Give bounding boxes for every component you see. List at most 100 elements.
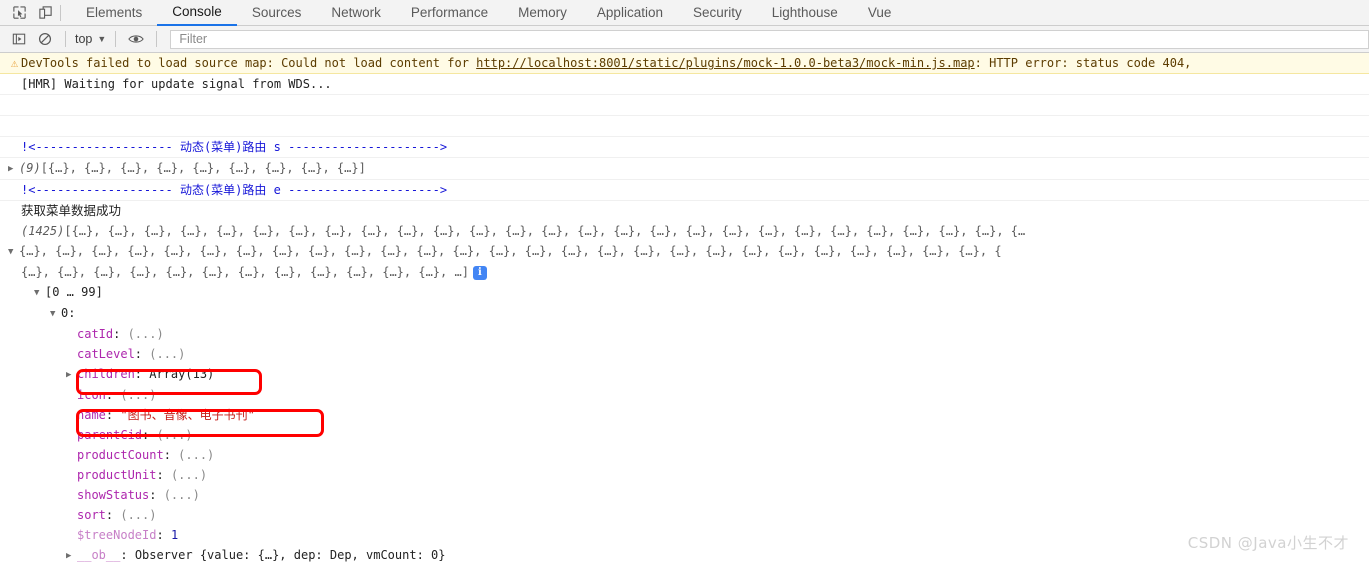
tree-prop-children[interactable]: ▶ children: Array(13): [0, 364, 1369, 385]
prop-sep: :: [156, 528, 171, 542]
live-expression-icon[interactable]: [123, 28, 149, 50]
index-collapse-arrow-icon[interactable]: ▼: [50, 304, 61, 324]
prop-value-productCount[interactable]: (...): [178, 448, 214, 462]
prop-value-parentCid[interactable]: (...): [156, 428, 192, 442]
prop-value-catLevel[interactable]: (...): [149, 347, 185, 361]
tree-prop-name[interactable]: name: "图书、音像、电子书刊": [0, 405, 1369, 425]
separator-end-suffix: >: [439, 183, 448, 197]
clear-console-icon[interactable]: [32, 28, 58, 50]
tab-network[interactable]: Network: [316, 0, 396, 26]
prop-key-showStatus: showStatus: [77, 488, 150, 502]
devtools-window: Elements Console Sources Network Perform…: [0, 0, 1369, 565]
prop-key-children: children: [77, 367, 135, 381]
prop-key-parentCid: parentCid: [77, 428, 143, 442]
tab-application[interactable]: Application: [582, 0, 678, 26]
prop-key-name: name: [77, 408, 106, 422]
separator-start-suffix: >: [439, 140, 448, 154]
tab-sources-label: Sources: [251, 5, 302, 20]
separator-start-prefix: !<: [21, 140, 36, 154]
console-hmr-row[interactable]: [HMR] Waiting for update signal from WDS…: [0, 74, 1369, 95]
prop-key-catLevel: catLevel: [77, 347, 135, 361]
prop-value-sort[interactable]: (...): [120, 508, 156, 522]
prop-value-catId[interactable]: (...): [128, 327, 164, 341]
prop-value-productUnit[interactable]: (...): [171, 468, 207, 482]
tab-memory-label: Memory: [518, 5, 567, 20]
console-output[interactable]: ⚠ DevTools failed to load source map: Cou…: [0, 53, 1369, 564]
tab-performance-label: Performance: [410, 5, 489, 20]
tab-elements-label: Elements: [86, 5, 143, 20]
tree-prop-productCount[interactable]: productCount: (...): [0, 445, 1369, 465]
prop-value-treeNodeId: 1: [170, 528, 179, 542]
tab-elements[interactable]: Elements: [71, 0, 157, 26]
tab-security[interactable]: Security: [678, 0, 757, 26]
warning-text-before: DevTools failed to load source map: Coul…: [21, 56, 477, 70]
console-array1425-line3[interactable]: {…}, {…}, {…}, {…}, {…}, {…}, {…}, {…}, …: [0, 262, 1369, 282]
console-separator-end-row[interactable]: !<------------------- 动态(菜单)路由 e -------…: [0, 180, 1369, 201]
console-separator-start-row[interactable]: !<------------------- 动态(菜单)路由 s -------…: [0, 137, 1369, 158]
prop-sep: :: [156, 468, 171, 482]
range-collapse-arrow-icon[interactable]: ▼: [34, 283, 45, 303]
warning-icon: ⚠: [10, 56, 19, 70]
range-label: [0 … 99]: [45, 285, 103, 299]
prop-sep: :: [105, 508, 121, 522]
prop-sep: :: [105, 408, 121, 422]
console-array1425-line2[interactable]: ▼ {…}, {…}, {…}, {…}, {…}, {…}, {…}, {…},…: [0, 241, 1369, 262]
tab-lighthouse-label: Lighthouse: [771, 5, 838, 20]
tree-prop-observer[interactable]: ▶ __ob__: Observer {value: {…}, dep: Dep,…: [0, 545, 1369, 564]
prop-value-children[interactable]: Array(13): [149, 367, 214, 381]
prop-key-observer: __ob__: [77, 548, 121, 562]
source-map-url-link[interactable]: http://localhost:8001/static/plugins/moc…: [476, 56, 975, 70]
tree-prop-catId[interactable]: catId: (...): [0, 324, 1369, 344]
tree-prop-parentCid[interactable]: parentCid: (...): [0, 425, 1369, 445]
info-badge-icon[interactable]: i: [472, 266, 487, 280]
tab-performance[interactable]: Performance: [396, 0, 503, 26]
tab-lighthouse[interactable]: Lighthouse: [757, 0, 853, 26]
tab-sources[interactable]: Sources: [237, 0, 317, 26]
tab-console[interactable]: Console: [157, 0, 237, 26]
prop-sep: :: [105, 388, 121, 402]
filter-input-wrap[interactable]: [170, 29, 1369, 49]
toolbar-divider-1: [65, 31, 66, 47]
console-array1425-line1[interactable]: (1425)[{…}, {…}, {…}, {…}, {…}, {…}, {…}…: [0, 221, 1369, 241]
prop-sep: :: [134, 367, 150, 381]
prop-value-showStatus[interactable]: (...): [164, 488, 200, 502]
array9-count: (9): [19, 161, 41, 175]
tab-network-label: Network: [331, 5, 381, 20]
prop-sep: :: [163, 448, 179, 462]
filter-input[interactable]: [177, 31, 1368, 47]
tree-prop-treeNodeId[interactable]: $treeNodeId: 1: [0, 525, 1369, 545]
device-toolbar-icon[interactable]: [32, 1, 58, 25]
toolbar-divider-3: [156, 31, 158, 47]
prop-key-productUnit: productUnit: [77, 468, 157, 482]
prop-sep: :: [149, 488, 164, 502]
tree-prop-productUnit[interactable]: productUnit: (...): [0, 465, 1369, 485]
prop-key-productCount: productCount: [77, 448, 164, 462]
children-expand-arrow-icon[interactable]: ▶: [66, 365, 77, 385]
separator-end-dashes-right: ---------------------: [288, 183, 440, 197]
console-array9-row[interactable]: ▶ (9)[{…}, {…}, {…}, {…}, {…}, {…}, {…}, …: [0, 158, 1369, 180]
tree-prop-showStatus[interactable]: showStatus: (...): [0, 485, 1369, 505]
console-tree-range-row[interactable]: ▼ [0 … 99]: [0, 282, 1369, 303]
prop-value-icon[interactable]: (...): [120, 388, 156, 402]
console-warning-row[interactable]: ⚠ DevTools failed to load source map: Cou…: [0, 53, 1369, 74]
console-tree-index-row[interactable]: ▼ 0:: [0, 303, 1369, 324]
array1425-items-line2: {…}, {…}, {…}, {…}, {…}, {…}, {…}, {…}, …: [19, 244, 1002, 258]
tree-prop-sort[interactable]: sort: (...): [0, 505, 1369, 525]
console-blank-row-2: [0, 116, 1369, 137]
tree-prop-icon[interactable]: icon: (...): [0, 385, 1369, 405]
console-success-row[interactable]: 获取菜单数据成功: [0, 201, 1369, 221]
tab-memory[interactable]: Memory: [503, 0, 582, 26]
observer-expand-arrow-icon[interactable]: ▶: [66, 546, 77, 564]
toolbar-divider-2: [115, 31, 117, 47]
tab-vue[interactable]: Vue: [853, 0, 907, 26]
inspect-element-icon[interactable]: [6, 1, 32, 25]
hmr-text: [HMR] Waiting for update signal from WDS…: [21, 77, 332, 91]
expand-arrow-icon[interactable]: ▶: [8, 159, 19, 179]
show-console-sidebar-icon[interactable]: [6, 28, 32, 50]
tab-vue-label: Vue: [867, 5, 892, 20]
execution-context-select[interactable]: top ▼: [73, 32, 108, 46]
prop-key-sort: sort: [77, 508, 106, 522]
tree-prop-catLevel[interactable]: catLevel: (...): [0, 344, 1369, 364]
collapse-arrow-icon[interactable]: ▼: [8, 242, 19, 262]
warning-text-after: : HTTP error: status code 404,: [974, 56, 1192, 70]
